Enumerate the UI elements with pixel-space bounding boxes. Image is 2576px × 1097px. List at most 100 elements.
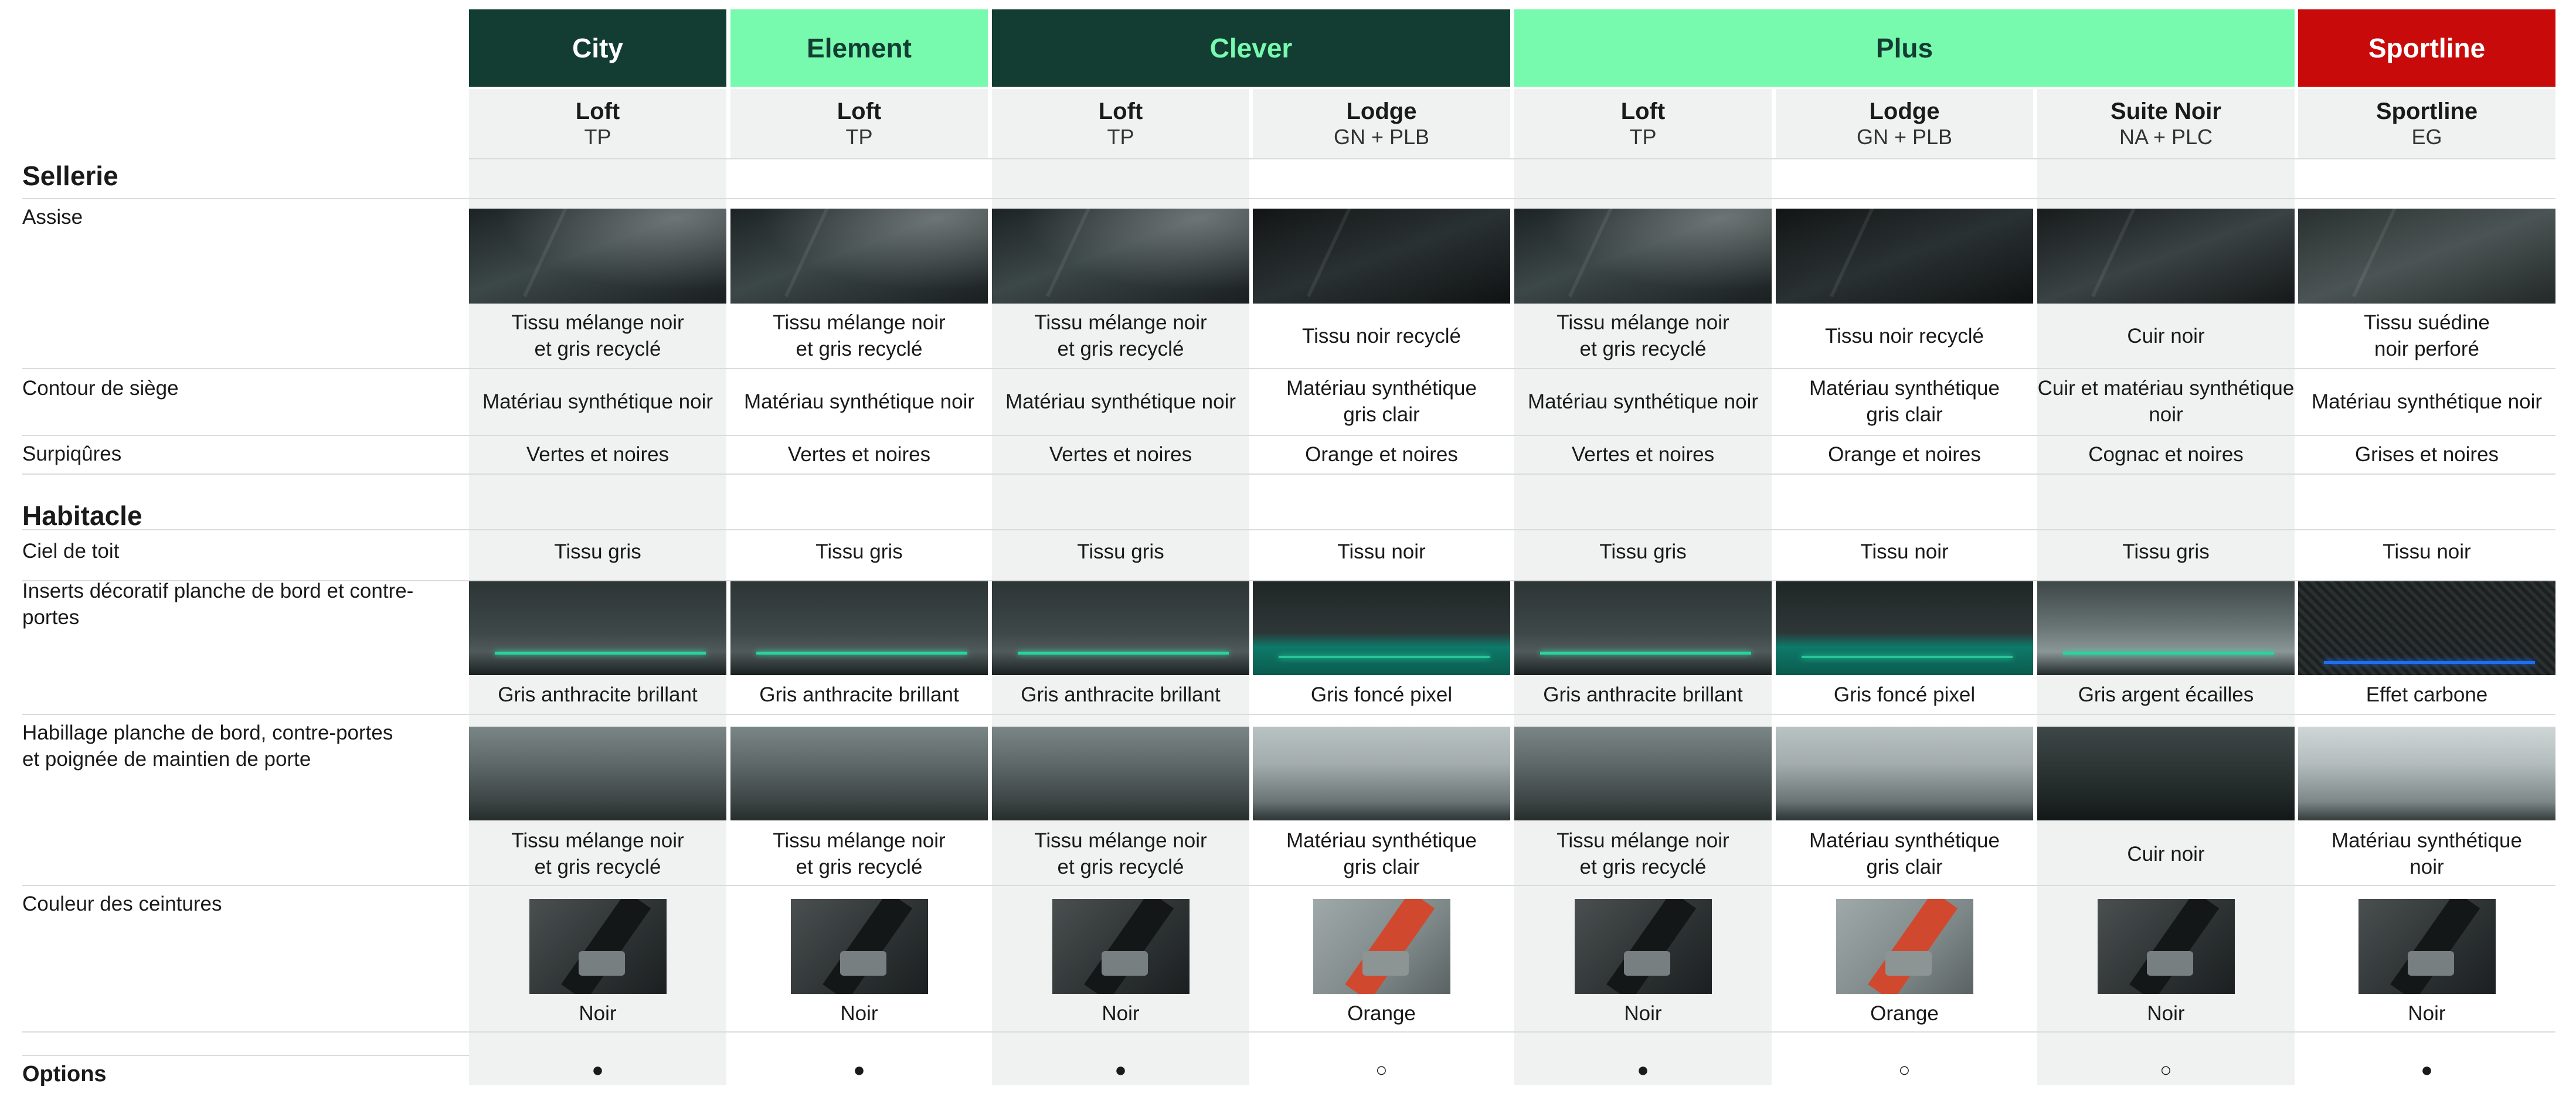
assise-swatch <box>1253 209 1510 304</box>
surpiqures-value: Orange et noires <box>1828 442 1981 466</box>
habillage-swatch <box>1514 727 1772 820</box>
interior-code: TP <box>1107 125 1134 149</box>
interior-header: Loft TP <box>992 89 1249 158</box>
interior-name: Lodge <box>1346 98 1417 124</box>
inserts-swatch <box>469 581 726 675</box>
interior-name: Loft <box>575 98 620 124</box>
surpiqures-value: Vertes et noires <box>526 442 670 466</box>
ciel-value: Tissu gris <box>554 540 641 563</box>
seatbelt-swatch <box>1313 899 1450 994</box>
row-divider-left <box>22 435 469 436</box>
habillage-swatch <box>2298 727 2555 820</box>
interior-header: Suite Noir NA + PLC <box>2037 89 2295 158</box>
seatbelt-swatch <box>2358 899 2496 994</box>
interior-header: Loft TP <box>730 89 988 158</box>
assise-value: Tissu mélange noir et gris recyclé <box>511 311 684 360</box>
inserts-swatch <box>730 581 988 675</box>
trim-header-plus: Plus <box>1514 9 2295 87</box>
row-divider-left <box>22 1031 469 1033</box>
option-indicator: ○ <box>1375 1058 1388 1081</box>
inserts-value: Gris foncé pixel <box>1833 683 1976 706</box>
interior-code: TP <box>845 125 873 149</box>
trim-header-sportline: Sportline <box>2298 9 2555 87</box>
interior-code: EG <box>2411 125 2442 149</box>
seatbelt-swatch <box>1052 899 1190 994</box>
interior-header: Sportline EG <box>2298 89 2555 158</box>
habillage-value: Tissu mélange noir et gris recyclé <box>1034 829 1207 878</box>
contour-value: Matériau synthétique noir <box>1528 390 1758 413</box>
contour-value: Matériau synthétique noir <box>1005 390 1236 413</box>
ceintures-value: Noir <box>2408 1001 2446 1025</box>
row-label-surpiqures: Surpiqûres <box>22 442 122 465</box>
assise-swatch <box>992 209 1249 304</box>
row-divider <box>469 473 2555 475</box>
section-title-sellerie: Sellerie <box>22 161 118 191</box>
assise-swatch <box>469 209 726 304</box>
ciel-value: Tissu noir <box>2383 540 2471 563</box>
inserts-swatch <box>992 581 1249 675</box>
ciel-value: Tissu gris <box>1599 540 1687 563</box>
habillage-value: Tissu mélange noir et gris recyclé <box>1557 829 1729 878</box>
section-title-options: Options <box>22 1062 107 1086</box>
assise-swatch <box>1514 209 1772 304</box>
ceintures-value: Orange <box>1870 1001 1939 1025</box>
inserts-value: Gris anthracite brillant <box>1021 683 1221 706</box>
contour-value: Cuir et matériau synthétique noir <box>2037 377 2295 426</box>
row-label-assise: Assise <box>22 206 83 229</box>
inserts-swatch <box>1253 581 1510 675</box>
surpiqures-value: Vertes et noires <box>787 442 931 466</box>
row-divider-left <box>22 473 469 475</box>
assise-value: Tissu mélange noir et gris recyclé <box>773 311 946 360</box>
habillage-value: Tissu mélange noir et gris recyclé <box>511 829 684 878</box>
interior-header: Lodge GN + PLB <box>1253 89 1510 158</box>
inserts-value: Gris anthracite brillant <box>498 683 698 706</box>
assise-value: Cuir noir <box>2127 324 2205 348</box>
ceintures-value: Noir <box>579 1001 617 1025</box>
surpiqures-value: Vertes et noires <box>1571 442 1715 466</box>
assise-swatch <box>2037 209 2295 304</box>
interior-code: TP <box>584 125 611 149</box>
row-label-inserts: Inserts décoratif planche de bord et con… <box>22 580 414 629</box>
ciel-value: Tissu noir <box>1860 540 1949 563</box>
row-label-habillage: Habillage planche de bord, contre-portes… <box>22 721 393 771</box>
interior-code: GN + PLB <box>1333 125 1430 149</box>
inserts-swatch <box>1776 581 2033 675</box>
option-indicator: ● <box>1114 1058 1127 1081</box>
row-divider-left <box>22 714 469 715</box>
trim-header-city: City <box>469 9 726 87</box>
interior-header: Loft TP <box>1514 89 1772 158</box>
interior-code: NA + PLC <box>2119 125 2213 149</box>
seatbelt-swatch <box>790 899 928 994</box>
interior-name: Loft <box>1620 98 1666 124</box>
ceintures-value: Noir <box>1102 1001 1140 1025</box>
surpiqures-value: Orange et noires <box>1305 442 1458 466</box>
ceintures-value: Orange <box>1347 1001 1416 1025</box>
ciel-value: Tissu gris <box>815 540 903 563</box>
row-divider <box>469 529 2555 530</box>
contour-value: Matériau synthétique gris clair <box>1809 377 2000 426</box>
option-indicator: ● <box>2421 1058 2433 1081</box>
assise-swatch <box>2298 209 2555 304</box>
assise-swatch <box>730 209 988 304</box>
interior-name: Sportline <box>2376 98 2478 124</box>
contour-value: Matériau synthétique noir <box>482 390 713 413</box>
contour-value: Matériau synthétique noir <box>744 390 974 413</box>
option-indicator: ● <box>592 1058 604 1081</box>
assise-value: Tissu noir recyclé <box>1825 324 1984 348</box>
row-divider-left <box>22 885 469 886</box>
row-divider <box>469 158 2555 159</box>
option-indicator: ○ <box>2160 1058 2172 1081</box>
interior-name: Loft <box>837 98 882 124</box>
option-indicator: ● <box>853 1058 865 1081</box>
habillage-swatch <box>1776 727 2033 820</box>
interior-name: Suite Noir <box>2111 98 2221 124</box>
surpiqures-value: Vertes et noires <box>1049 442 1192 466</box>
seatbelt-swatch <box>529 899 667 994</box>
assise-value: Tissu mélange noir et gris recyclé <box>1034 311 1207 360</box>
inserts-value: Gris argent écailles <box>2078 683 2254 706</box>
row-divider-left <box>22 1055 469 1056</box>
assise-value: Tissu suédine noir perforé <box>2364 311 2490 360</box>
trim-header-clever: Clever <box>992 9 1510 87</box>
contour-value: Matériau synthétique gris clair <box>1286 377 1477 426</box>
habillage-value: Matériau synthétique gris clair <box>1809 829 2000 878</box>
